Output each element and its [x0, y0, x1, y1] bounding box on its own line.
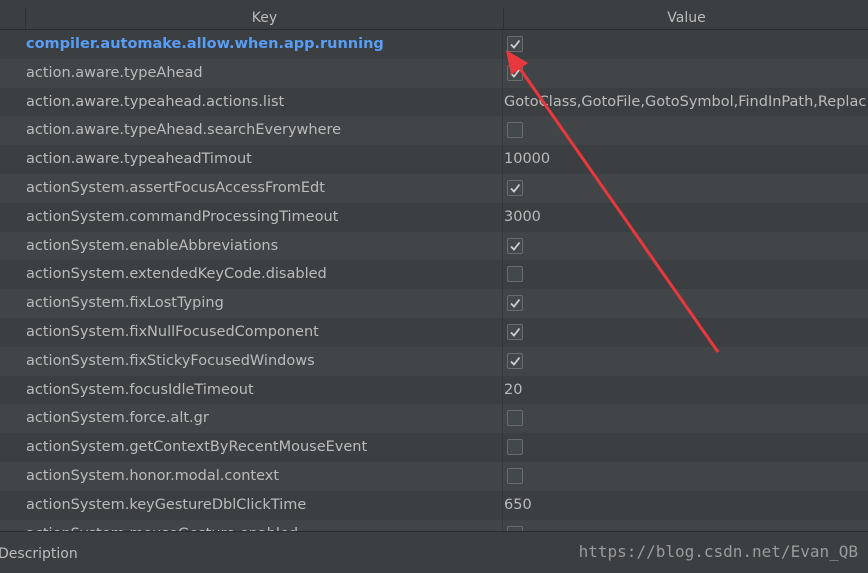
value-checkbox[interactable] — [507, 467, 523, 484]
check-icon — [510, 299, 521, 309]
value-checkbox[interactable] — [507, 439, 523, 456]
check-icon — [510, 68, 521, 78]
column-header-key[interactable]: Key — [25, 8, 503, 29]
table-row[interactable]: actionSystem.commandProcessingTimeout 300… — [0, 202, 868, 232]
row-key: actionSystem.fixNullFocusedComponent — [26, 323, 319, 340]
value-checkbox[interactable] — [507, 179, 523, 196]
row-value[interactable]: 650 — [504, 491, 532, 520]
check-icon — [510, 183, 521, 193]
row-value[interactable]: 3000 — [504, 203, 541, 232]
row-value[interactable]: 20 — [504, 376, 522, 405]
row-key: actionSystem.extendedKeyCode.disabled — [26, 266, 327, 283]
table-row[interactable]: action.aware.typeAhead — [0, 58, 868, 88]
row-key: actionSystem.honor.modal.context — [26, 467, 280, 484]
check-icon — [510, 241, 521, 251]
table-row[interactable]: actionSystem.getContextByRecentMouseEven… — [0, 433, 868, 462]
row-key: actionSystem.commandProcessingTimeout — [26, 208, 339, 225]
table-row[interactable]: actionSystem.fixStickyFocusedWindows — [0, 346, 868, 376]
value-checkbox[interactable] — [507, 410, 523, 427]
value-checkbox[interactable] — [507, 36, 523, 52]
table-row[interactable]: actionSystem.assertFocusAccessFromEdt — [0, 173, 868, 203]
row-key: actionSystem.enableAbbreviations — [26, 237, 279, 254]
value-checkbox[interactable] — [507, 323, 523, 340]
table-row[interactable]: action.aware.typeahead.actions.list GotoC… — [0, 87, 868, 117]
table-row[interactable]: actionSystem.fixLostTyping — [0, 289, 868, 318]
row-key: actionSystem.fixLostTyping — [26, 295, 224, 312]
value-checkbox[interactable] — [507, 64, 523, 81]
table-header: Key Value — [0, 0, 868, 30]
row-key: actionSystem.assertFocusAccessFromEdt — [26, 179, 325, 196]
row-key: actionSystem.focusIdleTimeout — [26, 381, 254, 398]
check-icon — [510, 327, 521, 337]
table-row[interactable]: actionSystem.enableAbbreviations — [0, 231, 868, 261]
description-label: Description — [0, 546, 78, 562]
table-row[interactable]: actionSystem.focusIdleTimeout 20 — [0, 375, 868, 405]
table-row[interactable]: compiler.automake.allow.when.app.running — [0, 30, 868, 59]
table-row[interactable]: actionSystem.honor.modal.context — [0, 461, 868, 491]
row-key: action.aware.typeahead.actions.list — [26, 93, 285, 110]
value-checkbox[interactable] — [507, 295, 523, 312]
table-row[interactable]: actionSystem.extendedKeyCode.disabled — [0, 260, 868, 290]
row-key: action.aware.typeAhead — [26, 64, 203, 81]
row-key: actionSystem.fixStickyFocusedWindows — [26, 352, 315, 369]
column-divider[interactable] — [502, 30, 503, 531]
check-icon — [510, 39, 521, 49]
row-value[interactable]: GotoClass,GotoFile,GotoSymbol,FindInPath… — [504, 88, 866, 117]
value-checkbox[interactable] — [507, 122, 523, 139]
value-checkbox[interactable] — [507, 237, 523, 254]
table-row[interactable]: actionSystem.fixNullFocusedComponent — [0, 317, 868, 347]
table-row[interactable]: action.aware.typeaheadTimout 10000 — [0, 145, 868, 174]
registry-table: compiler.automake.allow.when.app.running… — [0, 30, 868, 531]
row-key: actionSystem.keyGestureDblClickTime — [26, 496, 307, 513]
row-key: action.aware.typeaheadTimout — [26, 151, 252, 168]
check-icon — [510, 356, 521, 366]
table-row[interactable]: actionSystem.force.alt.gr — [0, 404, 868, 434]
table-row[interactable]: actionSystem.keyGestureDblClickTime 650 — [0, 490, 868, 520]
row-value[interactable]: 10000 — [504, 145, 550, 174]
value-checkbox[interactable] — [507, 266, 523, 283]
description-panel: Description https://blog.csdn.net/Evan_Q… — [0, 531, 868, 573]
value-checkbox[interactable] — [507, 352, 523, 369]
row-key: actionSystem.mouseGesture.enabled — [26, 520, 298, 531]
row-key: actionSystem.force.alt.gr — [26, 410, 209, 427]
row-key: actionSystem.getContextByRecentMouseEven… — [26, 439, 368, 456]
row-key: action.aware.typeAhead.searchEverywhere — [26, 122, 342, 139]
table-row[interactable]: actionSystem.mouseGesture.enabled — [0, 519, 868, 531]
table-row[interactable]: action.aware.typeAhead.searchEverywhere — [0, 116, 868, 146]
row-key: compiler.automake.allow.when.app.running — [26, 36, 384, 52]
column-header-value[interactable]: Value — [503, 8, 868, 29]
watermark-text: https://blog.csdn.net/Evan_QB — [578, 542, 858, 561]
